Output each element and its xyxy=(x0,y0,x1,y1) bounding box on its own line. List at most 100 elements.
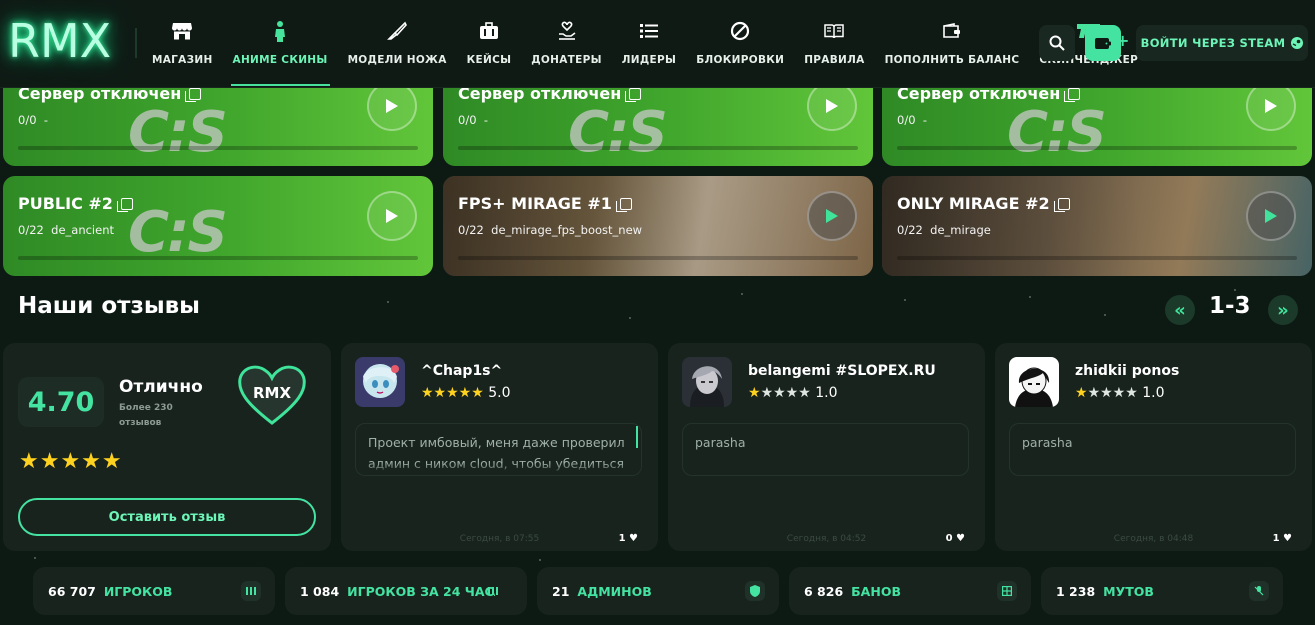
server-name: PUBLIC #2 xyxy=(18,194,113,213)
heart-logo: RMX xyxy=(236,363,308,431)
stat-value: 1 238 xyxy=(1056,583,1096,599)
review-stars-filled: ★★★★★ xyxy=(421,385,484,401)
players-icon xyxy=(241,581,261,601)
connect-button[interactable] xyxy=(807,191,857,241)
reviews-page-indicator: 1-3 xyxy=(1209,293,1251,319)
play-icon xyxy=(826,209,838,223)
nav-item-leaders[interactable]: ЛИДЕРЫ xyxy=(612,0,686,88)
connect-button[interactable] xyxy=(807,81,857,131)
map-name: - xyxy=(922,113,927,127)
stat-bans: 6 826 БАНОВ xyxy=(789,567,1031,615)
map-name: de_mirage_fps_boost_new xyxy=(491,223,643,237)
review-date: Сегодня, в 04:48 xyxy=(1113,534,1194,544)
site-logo[interactable]: RMX xyxy=(8,14,111,68)
review-likes[interactable]: 1 ♥ xyxy=(619,533,638,544)
nav-label: ДОНАТЕРЫ xyxy=(531,54,602,66)
player-progress-bar xyxy=(897,256,1297,260)
review-text-box[interactable]: Проект имбовый, меня даже проверил админ… xyxy=(355,423,642,476)
stat-mutes: 1 238 МУТОВ xyxy=(1041,567,1283,615)
reviewer-name: belangemi #SLOPEX.RU xyxy=(748,363,936,379)
knife-icon xyxy=(387,20,408,42)
figure-icon xyxy=(274,20,286,42)
connect-button[interactable] xyxy=(1246,191,1296,241)
review-likes[interactable]: 1 ♥ xyxy=(1273,533,1292,544)
logo-divider xyxy=(135,28,137,58)
nav-item-top-up[interactable]: ПОПОЛНИТЬ БАЛАНС xyxy=(875,0,1030,88)
review-text-box[interactable]: parasha xyxy=(1009,423,1296,476)
nav-item-rules[interactable]: ПРАВИЛА xyxy=(794,0,874,88)
nav-label: МАГАЗИН xyxy=(152,54,213,66)
server-info: 0/0 - xyxy=(18,113,48,127)
nav-item-anime-skins[interactable]: АНИМЕ СКИНЫ xyxy=(223,0,338,88)
nav-item-donators[interactable]: ДОНАТЕРЫ xyxy=(521,0,612,88)
review-likes[interactable]: 0 ♥ xyxy=(946,533,965,544)
connect-button[interactable] xyxy=(1246,81,1296,131)
review-date: Сегодня, в 04:52 xyxy=(786,534,867,544)
stat-value: 66 707 xyxy=(48,583,96,599)
text-fade xyxy=(356,463,641,475)
average-score: 4.70 xyxy=(18,377,104,427)
review-score: 1.0 xyxy=(815,385,838,401)
server-title: ONLY MIRAGE #2 xyxy=(897,194,1070,213)
stat-value: 6 826 xyxy=(804,583,844,599)
copy-icon[interactable] xyxy=(185,88,202,102)
stat-label: АДМИНОВ xyxy=(577,583,652,599)
avatar xyxy=(355,357,405,407)
leave-review-button[interactable]: Оставить отзыв xyxy=(18,498,316,536)
nav-item-bans[interactable]: БЛОКИРОВКИ xyxy=(686,0,794,88)
search-button[interactable] xyxy=(1039,25,1075,61)
player-count: 0/0 xyxy=(897,113,916,127)
review-score: 1.0 xyxy=(1142,385,1165,401)
review-rating: ★★★★★ 1.0 xyxy=(748,385,837,401)
reviews-prev-button[interactable]: « xyxy=(1165,295,1195,325)
cs-logo: C:S xyxy=(128,100,228,165)
top-up-plus[interactable]: + xyxy=(1116,31,1129,50)
server-card[interactable]: ONLY MIRAGE #2 0/22 de_mirage xyxy=(882,176,1312,276)
copy-icon[interactable] xyxy=(1064,88,1081,102)
players-day-icon xyxy=(483,581,503,601)
nav-item-shop[interactable]: МАГАЗИН xyxy=(142,0,223,88)
copy-icon[interactable] xyxy=(1053,198,1070,212)
play-icon xyxy=(1265,99,1277,113)
like-count: 0 xyxy=(945,533,953,544)
copy-icon[interactable] xyxy=(615,198,632,212)
heart-logo-text: RMX xyxy=(253,384,291,402)
map-name: de_mirage xyxy=(930,223,991,237)
reviewer-name: ^Chap1s^ xyxy=(421,363,503,379)
steam-login-button[interactable]: ВОЙТИ ЧЕРЕЗ STEAM xyxy=(1136,25,1308,61)
review-text: parasha xyxy=(1022,435,1073,450)
copy-icon[interactable] xyxy=(116,198,133,212)
player-progress-bar xyxy=(458,146,858,150)
nav-item-knife-models[interactable]: МОДЕЛИ НОЖА xyxy=(338,0,457,88)
stat-label: БАНОВ xyxy=(851,583,901,599)
play-icon xyxy=(826,99,838,113)
server-info: 0/22 de_ancient xyxy=(18,223,114,237)
review-stars-filled: ★ xyxy=(1075,385,1088,401)
nav-label: БЛОКИРОВКИ xyxy=(696,54,785,66)
donate-icon xyxy=(557,20,577,42)
top-navbar: RMX МАГАЗИН АНИМЕ СКИНЫ МОДЕЛИ НОЖА КЕЙС… xyxy=(0,0,1315,88)
copy-icon[interactable] xyxy=(625,88,642,102)
review-date: Сегодня, в 07:55 xyxy=(459,534,540,544)
review-text-box[interactable]: parasha xyxy=(682,423,969,476)
review-rating: ★★★★★ 1.0 xyxy=(1075,385,1164,401)
reviews-next-button[interactable]: » xyxy=(1268,295,1298,325)
wallet-icon xyxy=(942,20,962,42)
nav-label: АНИМЕ СКИНЫ xyxy=(232,54,328,66)
nav-item-cases[interactable]: КЕЙСЫ xyxy=(457,0,522,88)
nav-label: ПОПОЛНИТЬ БАЛАНС xyxy=(884,54,1020,66)
play-icon xyxy=(386,209,398,223)
rating-summary-card: 4.70 Отлично Более 230 отзывов RMX ★★★★★… xyxy=(3,343,331,551)
server-title: PUBLIC #2 xyxy=(18,194,133,213)
review-scrollbar[interactable] xyxy=(636,426,638,448)
wallet-icon xyxy=(1095,38,1111,49)
connect-button[interactable] xyxy=(367,191,417,241)
server-card[interactable]: C:S PUBLIC #2 0/22 de_ancient xyxy=(3,176,433,276)
review-count: Более 230 отзывов xyxy=(119,403,173,428)
server-card[interactable]: FPS+ MIRAGE #1 0/22 de_mirage_fps_boost_… xyxy=(443,176,873,276)
player-count: 0/22 xyxy=(458,223,484,237)
review-card: ^Chap1s^ ★★★★★ 5.0 Проект имбовый, меня … xyxy=(341,343,658,551)
heart-icon: ♥ xyxy=(1283,533,1292,544)
player-count: 0/22 xyxy=(18,223,44,237)
connect-button[interactable] xyxy=(367,81,417,131)
